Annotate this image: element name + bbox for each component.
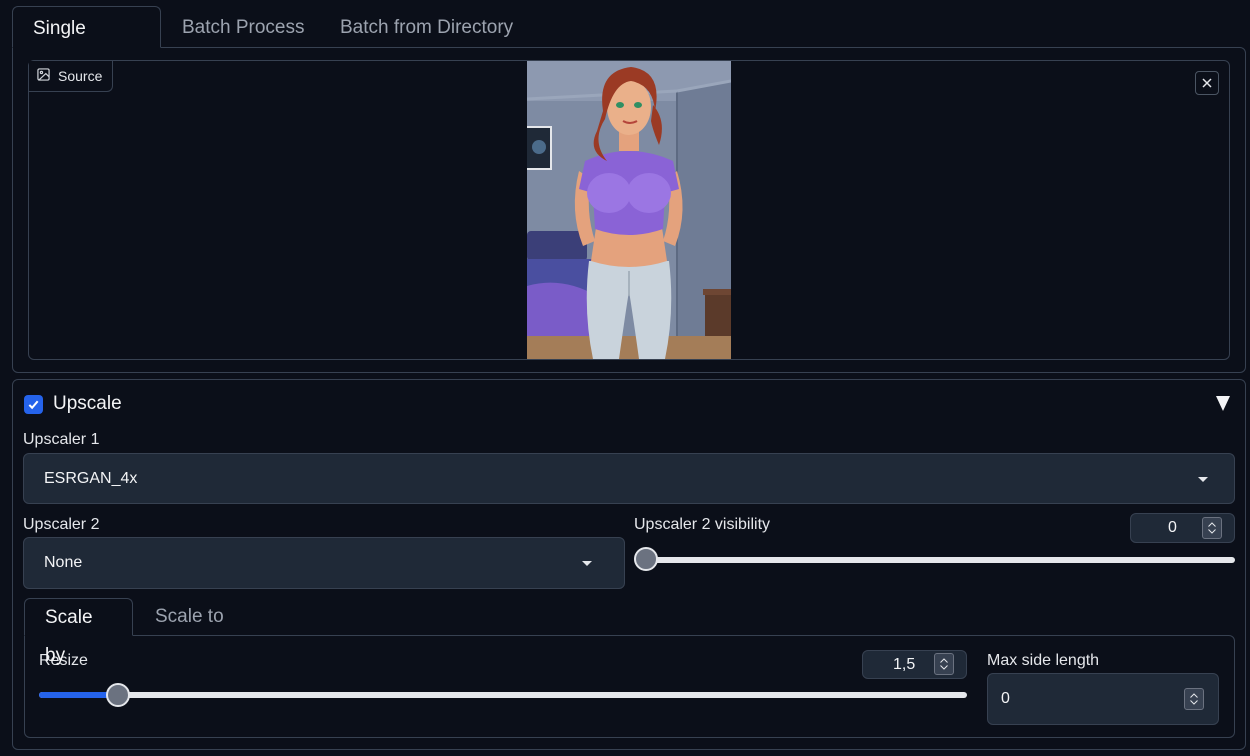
visibility-spinner[interactable] — [1202, 517, 1222, 539]
max-side-number-input[interactable]: 0 — [987, 673, 1219, 725]
chevron-up-icon — [1190, 693, 1198, 698]
visibility-value: 0 — [1168, 519, 1177, 536]
chevron-down-icon — [1190, 700, 1198, 705]
tab-batch-process[interactable]: Batch Process — [162, 6, 325, 49]
upscaler2-dropdown[interactable]: None — [23, 537, 625, 589]
chevron-down-icon — [1208, 529, 1216, 534]
chevron-down-icon — [1198, 476, 1208, 482]
image-icon — [37, 68, 50, 84]
tab-scale-to[interactable]: Scale to — [135, 598, 244, 636]
visibility-slider-thumb[interactable] — [634, 547, 658, 571]
upscaler1-dropdown[interactable]: ESRGAN_4x — [23, 453, 1235, 504]
max-side-value: 0 — [1001, 690, 1010, 707]
upscale-title: Upscale — [53, 393, 122, 414]
visibility-slider-track[interactable] — [637, 557, 1235, 563]
tab-batch-from-directory[interactable]: Batch from Directory — [320, 6, 533, 49]
visibility-label: Upscaler 2 visibility — [634, 516, 771, 533]
tab-scale-by[interactable]: Scale by — [24, 598, 133, 666]
upscale-checkbox[interactable] — [24, 394, 43, 414]
clear-image-button[interactable] — [1195, 71, 1219, 95]
upscale-header: Upscale — [24, 393, 122, 415]
source-label-text: Source — [58, 68, 103, 84]
chevron-down-icon — [940, 665, 948, 670]
upscaler1-label: Upscaler 1 — [23, 431, 100, 448]
collapse-arrow-icon[interactable] — [1216, 396, 1230, 411]
resize-value: 1,5 — [893, 655, 916, 673]
resize-number-input[interactable]: 1,5 — [862, 650, 967, 679]
resize-spinner[interactable] — [934, 653, 954, 675]
close-icon — [1202, 78, 1212, 88]
checkmark-icon — [27, 398, 40, 411]
resize-slider-thumb[interactable] — [106, 683, 131, 707]
source-label: Source — [29, 61, 114, 92]
chevron-up-icon — [940, 658, 948, 663]
upscaler2-label: Upscaler 2 — [23, 516, 100, 533]
max-side-spinner[interactable] — [1184, 688, 1204, 710]
upscaler1-value: ESRGAN_4x — [44, 469, 138, 487]
max-side-label: Max side length — [987, 652, 1100, 669]
chevron-down-icon — [582, 561, 592, 566]
chevron-up-icon — [1208, 522, 1216, 527]
resize-slider-track[interactable] — [39, 692, 967, 698]
source-image — [527, 61, 731, 359]
upscaler2-value: None — [44, 554, 83, 571]
tab-single-image[interactable]: Single Image — [12, 6, 161, 82]
visibility-number-input[interactable]: 0 — [1130, 513, 1235, 543]
